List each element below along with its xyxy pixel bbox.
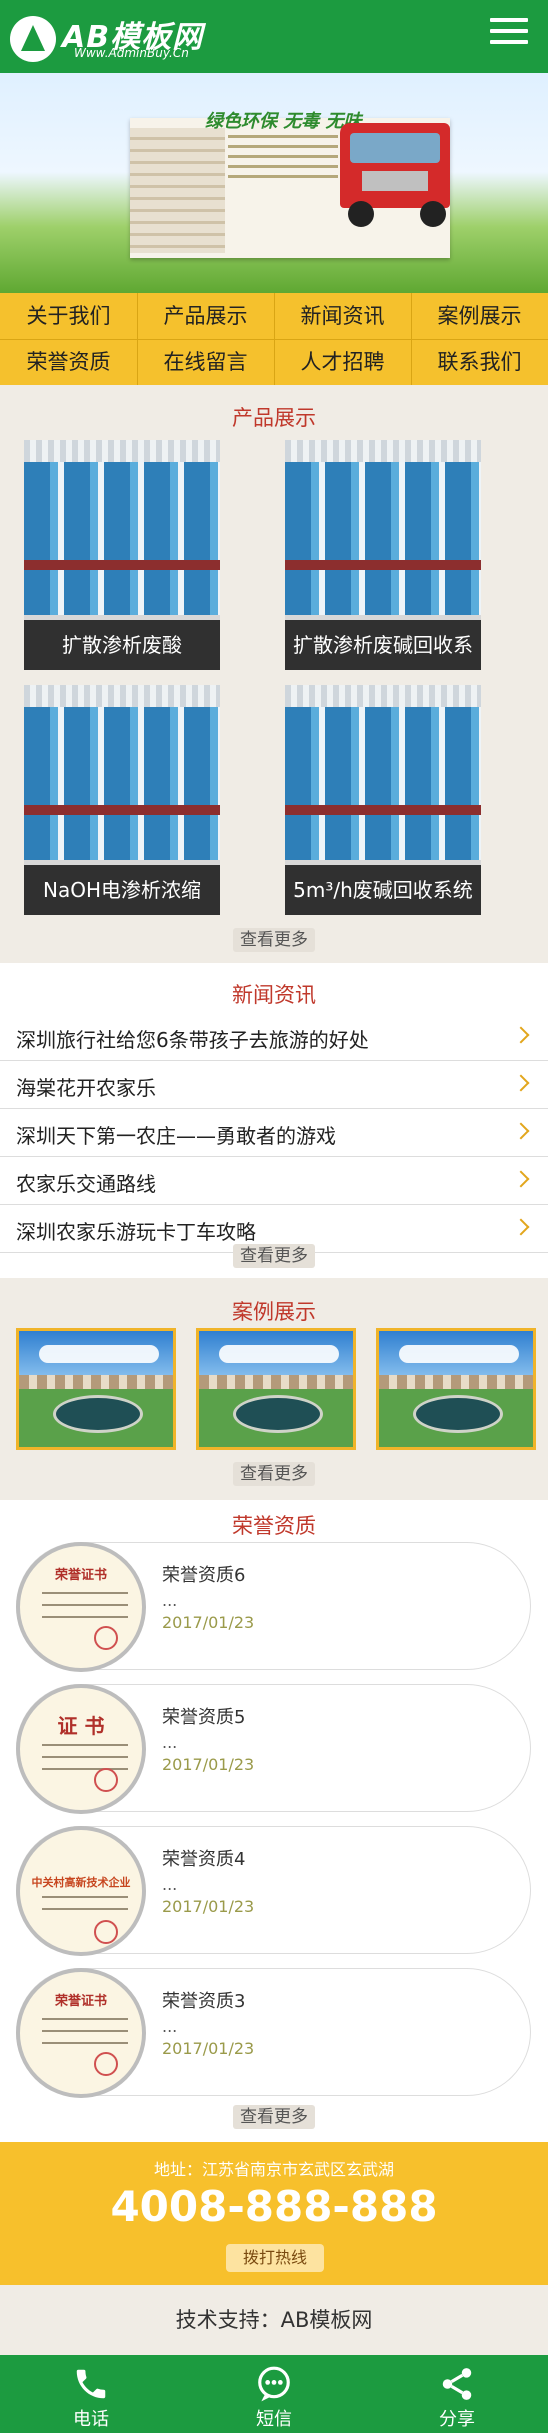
news-title: 海棠花开农家乐: [16, 1076, 156, 1100]
news-title: 深圳天下第一农庄——勇敢者的游戏: [16, 1124, 336, 1148]
chevron-right-icon: [512, 1074, 530, 1092]
honor-date: 2017/01/23: [162, 1755, 255, 1774]
product-card[interactable]: 扩散渗析废碱回收系统: [285, 440, 481, 670]
contact-phone[interactable]: 4008-888-888: [0, 2182, 548, 2231]
honor-card[interactable]: 中关村高新技术企业 荣誉资质4 ... 2017/01/23: [16, 1826, 531, 1956]
phone-icon: [76, 2369, 106, 2399]
honor-card[interactable]: 荣誉证书 荣誉资质3 ... 2017/01/23: [16, 1968, 531, 2098]
certificate-title: 证 书: [57, 1714, 105, 1738]
cases-heading: 案例展示: [0, 1290, 548, 1330]
honors-more-button[interactable]: 查看更多: [233, 2105, 315, 2129]
certificate-image: 荣誉证书: [16, 1542, 146, 1672]
tech-support[interactable]: 技术支持：AB模板网: [0, 2285, 548, 2355]
honor-name: 荣誉资质3: [162, 1991, 246, 2012]
certificate-image: 中关村高新技术企业: [16, 1826, 146, 1956]
product-card[interactable]: NaOH电渗析浓缩: [24, 685, 220, 915]
nav-item-products[interactable]: 产品展示: [137, 293, 274, 339]
certificate-title: 荣誉证书: [54, 1994, 107, 2009]
honor-date: 2017/01/23: [162, 1613, 255, 1632]
section-title: 荣誉资质: [220, 1514, 328, 1538]
bottom-sms-button[interactable]: 短信: [183, 2355, 365, 2433]
case-card[interactable]: [16, 1328, 176, 1450]
news-item[interactable]: 海棠花开农家乐: [0, 1061, 548, 1109]
nav-item-jobs[interactable]: 人才招聘: [274, 339, 411, 385]
bottom-label: 短信: [256, 2409, 292, 2430]
product-caption: 扩散渗析废碱回收系统: [285, 620, 481, 670]
news-title: 深圳农家乐游玩卡丁车攻略: [16, 1220, 256, 1244]
news-item[interactable]: 农家乐交通路线: [0, 1157, 548, 1205]
cases-more-button[interactable]: 查看更多: [233, 1462, 315, 1486]
honor-name: 荣誉资质5: [162, 1707, 246, 1728]
bottom-share-button[interactable]: 分享: [366, 2355, 548, 2433]
nav-item-news[interactable]: 新闻资讯: [274, 293, 411, 339]
certificate-title: 中关村高新技术企业: [31, 1876, 131, 1889]
nav-item-contact[interactable]: 联系我们: [411, 339, 548, 385]
nav-divider: [0, 339, 548, 340]
chevron-right-icon: [512, 1026, 530, 1044]
call-hotline-button[interactable]: 拨打热线: [226, 2244, 324, 2272]
news-title: 深圳旅行社给您6条带孩子去旅游的好处: [16, 1028, 369, 1052]
chevron-right-icon: [512, 1218, 530, 1236]
news-section: 新闻资讯 深圳旅行社给您6条带孩子去旅游的好处 海棠花开农家乐 深圳天下第一农庄…: [0, 963, 548, 1278]
certificate-image: 证 书: [16, 1684, 146, 1814]
products-heading: 产品展示: [0, 396, 548, 436]
banner[interactable]: 绿色环保 无毒 无味: [0, 73, 548, 293]
honor-name: 荣誉资质4: [162, 1849, 246, 1870]
hamburger-menu-icon[interactable]: [490, 18, 528, 52]
honor-name: 荣誉资质6: [162, 1565, 246, 1586]
honor-desc: ...: [162, 1591, 178, 1610]
news-heading: 新闻资讯: [0, 973, 548, 1013]
contact-address: 地址：江苏省南京市玄武区玄武湖: [153, 2160, 394, 2179]
honor-desc: ...: [162, 2017, 178, 2036]
section-title: 产品展示: [220, 406, 328, 430]
banner-text-lines: [228, 135, 338, 185]
share-icon: [442, 2368, 472, 2400]
product-card[interactable]: 扩散渗析废酸: [24, 440, 220, 670]
product-caption: 5m³/h废碱回收系统: [285, 865, 481, 915]
header: AB模板网 Www.AdminBuy.Cn: [0, 0, 548, 73]
honor-desc: ...: [162, 1733, 178, 1752]
sms-icon: [258, 2366, 290, 2402]
bottom-label: 电话: [73, 2409, 109, 2430]
honors-section: 荣誉资质 荣誉证书 荣誉资质6 ... 2017/01/23 证 书 荣誉资质5…: [0, 1500, 548, 2142]
section-title: 新闻资讯: [220, 983, 328, 1007]
certificate-image: 荣誉证书: [16, 1968, 146, 2098]
products-more-button[interactable]: 查看更多: [233, 928, 315, 952]
contact-section: 地址：江苏省南京市玄武区玄武湖 4008-888-888 拨打热线: [0, 2142, 548, 2285]
banner-product-image: [130, 128, 225, 253]
honors-heading: 荣誉资质: [0, 1504, 548, 1544]
chevron-right-icon: [512, 1170, 530, 1188]
main-nav: 关于我们 产品展示 新闻资讯 案例展示 荣誉资质 在线留言 人才招聘 联系我们: [0, 293, 548, 385]
product-caption: NaOH电渗析浓缩: [24, 865, 220, 915]
nav-item-message[interactable]: 在线留言: [137, 339, 274, 385]
certificate-title: 荣誉证书: [54, 1568, 107, 1583]
news-more-button[interactable]: 查看更多: [233, 1244, 315, 1268]
honor-card[interactable]: 证 书 荣誉资质5 ... 2017/01/23: [16, 1684, 531, 1814]
news-item[interactable]: 深圳旅行社给您6条带孩子去旅游的好处: [0, 1013, 548, 1061]
bottom-label: 分享: [439, 2409, 475, 2430]
banner-slogan: 绿色环保 无毒 无味: [205, 111, 362, 132]
bottom-toolbar: 电话 短信 分享: [0, 2355, 548, 2433]
section-title: 案例展示: [220, 1300, 328, 1324]
nav-item-about[interactable]: 关于我们: [0, 293, 137, 339]
honor-date: 2017/01/23: [162, 2039, 255, 2058]
logo-url: Www.AdminBuy.Cn: [74, 46, 189, 60]
honor-desc: ...: [162, 1875, 178, 1894]
nav-item-cases[interactable]: 案例展示: [411, 293, 548, 339]
product-card[interactable]: 5m³/h废碱回收系统: [285, 685, 481, 915]
news-item[interactable]: 深圳天下第一农庄——勇敢者的游戏: [0, 1109, 548, 1157]
nav-item-honors[interactable]: 荣誉资质: [0, 339, 137, 385]
honor-date: 2017/01/23: [162, 1897, 255, 1916]
logo-icon[interactable]: [10, 16, 56, 62]
product-caption: 扩散渗析废酸: [24, 620, 220, 670]
case-card[interactable]: [196, 1328, 356, 1450]
truck-image: [340, 113, 470, 233]
news-title: 农家乐交通路线: [16, 1172, 156, 1196]
bottom-phone-button[interactable]: 电话: [0, 2355, 182, 2433]
honor-card[interactable]: 荣誉证书 荣誉资质6 ... 2017/01/23: [16, 1542, 531, 1672]
case-card[interactable]: [376, 1328, 536, 1450]
chevron-right-icon: [512, 1122, 530, 1140]
